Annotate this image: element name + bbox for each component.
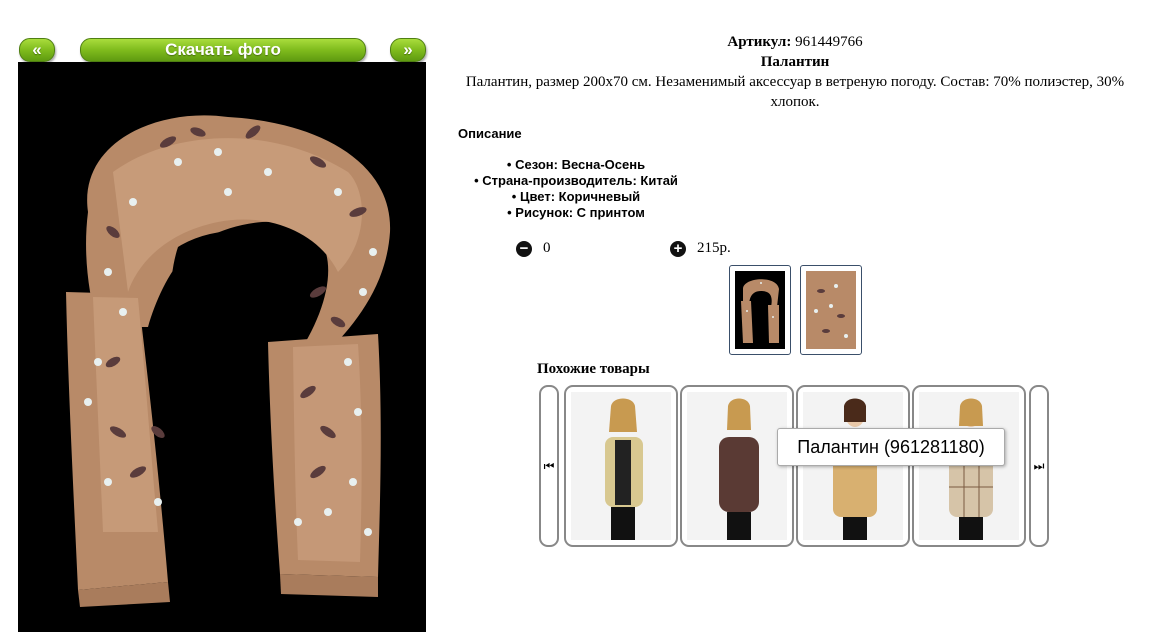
price-value: 215р. (697, 240, 731, 256)
model-photo (803, 392, 903, 540)
carousel-prev-button[interactable]: ⏮ (539, 385, 559, 547)
download-photo-button[interactable]: Скачать фото (80, 38, 366, 62)
product-description: Палантин, размер 200х70 см. Незаменимый … (465, 74, 1125, 110)
details-item: Рисунок: С принтом (458, 205, 694, 221)
article-line: Артикул: 961449766 (440, 32, 1150, 52)
quantity-control: − 0 (516, 240, 551, 257)
article-value: 961449766 (795, 34, 863, 50)
prev-photo-button[interactable]: « (19, 38, 55, 62)
details-item: Цвет: Коричневый (458, 189, 694, 205)
quantity-value: 0 (543, 240, 551, 256)
product-tooltip: Палантин (961281180) (777, 428, 1005, 466)
similar-products-title: Похожие товары (537, 361, 650, 377)
similar-product-card[interactable] (912, 385, 1026, 547)
scarf-image (18, 62, 426, 632)
details-item: Сезон: Весна-Осень (458, 157, 694, 173)
details-list: Сезон: Весна-Осень Страна-производитель:… (458, 157, 694, 221)
minus-icon[interactable]: − (516, 240, 532, 257)
scarf-closeup-thumbnail-image (806, 271, 856, 349)
details-item: Страна-производитель: Китай (458, 173, 694, 189)
photo-thumbnail[interactable] (729, 265, 791, 355)
plus-icon[interactable]: + (670, 240, 686, 257)
details-title: Описание (458, 126, 522, 141)
price-control: + 215р. (670, 240, 731, 257)
model-photo (571, 392, 671, 540)
model-photo (687, 392, 787, 540)
similar-product-card[interactable] (796, 385, 910, 547)
product-name: Палантин (760, 54, 830, 70)
similar-product-card[interactable] (564, 385, 678, 547)
skip-forward-icon: ⏭ (1033, 458, 1045, 473)
similar-product-card[interactable] (680, 385, 794, 547)
carousel-next-button[interactable]: ⏭ (1029, 385, 1049, 547)
article-label: Артикул: (727, 34, 792, 50)
skip-back-icon: ⏮ (543, 458, 555, 473)
product-info: Артикул: 961449766 Палантин Палантин, ра… (440, 32, 1150, 112)
photo-thumbnail[interactable] (800, 265, 862, 355)
scarf-thumbnail-image (735, 271, 785, 349)
next-photo-button[interactable]: » (390, 38, 426, 62)
model-photo (919, 392, 1019, 540)
main-product-photo (18, 62, 426, 632)
